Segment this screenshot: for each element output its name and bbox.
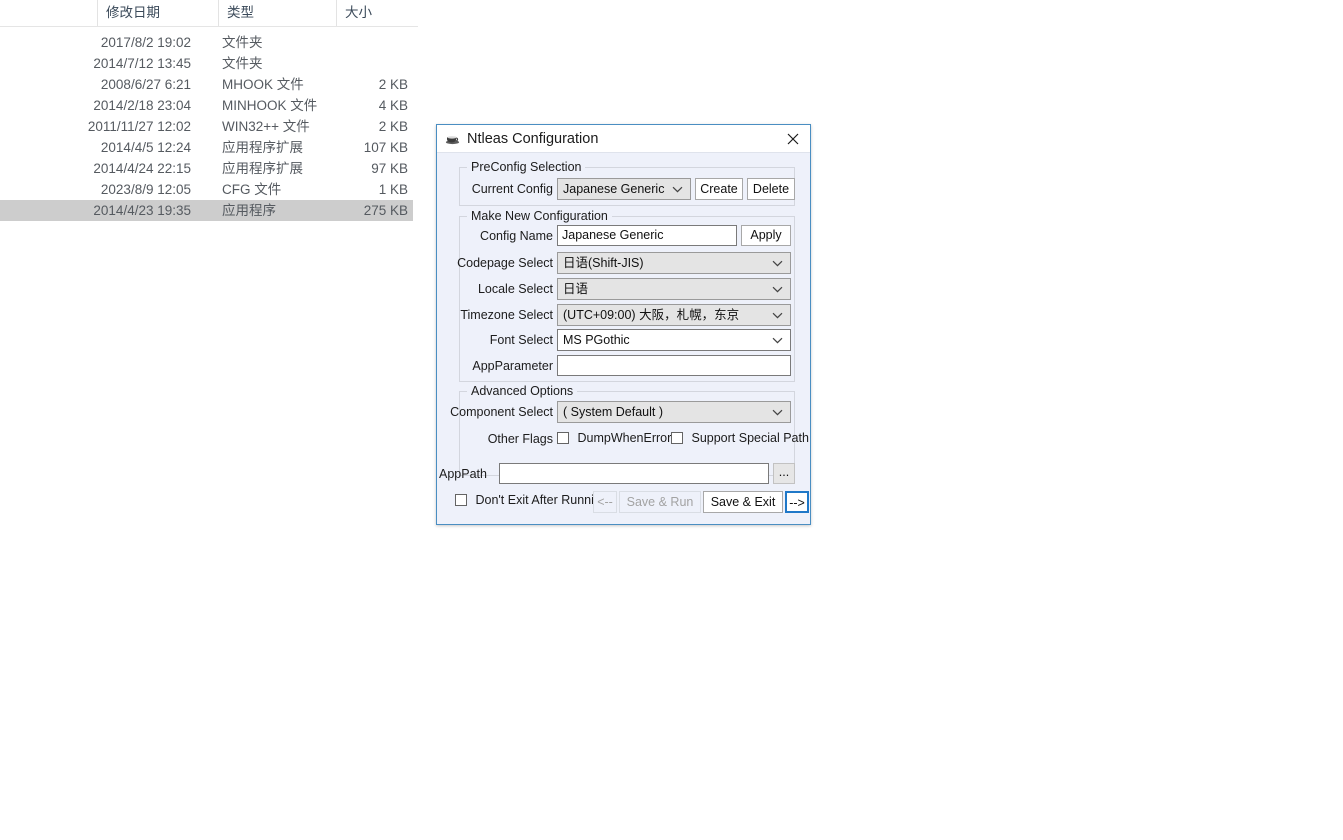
dont-exit-after-running-checkbox[interactable]: Don't Exit After Running — [455, 493, 608, 510]
coffee-cup-icon — [445, 131, 461, 147]
timezone-select-label: Timezone Select — [460, 308, 553, 322]
codepage-select-value: 日语(Shift-JIS) — [563, 256, 644, 270]
timezone-select-value: (UTC+09:00) 大阪，札幌，东京 — [563, 308, 740, 322]
file-list-header: 修改日期 类型 大小 — [0, 0, 418, 27]
apppath-input[interactable] — [499, 463, 769, 484]
chevron-down-icon — [772, 279, 783, 299]
other-flags-label: Other Flags — [487, 432, 553, 446]
create-button[interactable]: Create — [695, 178, 743, 200]
cell-date: 2023/8/9 12:05 — [100, 182, 191, 197]
next-button[interactable]: --> — [785, 491, 809, 513]
cell-date: 2014/2/18 23:04 — [93, 98, 191, 113]
close-icon[interactable] — [776, 125, 810, 152]
table-row[interactable]: 2011/11/27 12:02 WIN32++ 文件 2 KB — [0, 116, 413, 137]
file-list-pane: 修改日期 类型 大小 2017/8/2 19:02 文件夹 2014/7/12 13… — [0, 0, 418, 232]
table-row[interactable]: 2014/2/18 23:04 MINHOOK 文件 4 KB — [0, 95, 413, 116]
table-row[interactable]: 2014/4/5 12:24 应用程序扩展 107 KB — [0, 137, 413, 158]
chevron-down-icon — [772, 330, 783, 350]
component-select-combo[interactable]: ( System Default ) — [557, 401, 791, 423]
current-config-value: Japanese Generic — [563, 182, 665, 196]
font-select-label: Font Select — [489, 333, 553, 347]
font-select-value: MS PGothic — [563, 333, 630, 347]
cell-size: 97 KB — [371, 161, 408, 176]
dump-when-error-checkbox[interactable]: DumpWhenError — [557, 431, 671, 448]
support-special-path-checkbox[interactable]: Support Special Path — [671, 431, 809, 448]
table-row[interactable]: 2014/7/12 13:45 文件夹 — [0, 53, 413, 74]
apppath-label: AppPath — [439, 467, 487, 481]
cell-date: 2014/4/23 19:35 — [93, 203, 191, 218]
save-and-run-button[interactable]: Save & Run — [619, 491, 701, 513]
cell-date: 2008/6/27 6:21 — [100, 77, 191, 92]
component-select-value: ( System Default ) — [563, 405, 664, 419]
cell-size: 275 KB — [363, 203, 408, 218]
font-select-combo[interactable]: MS PGothic — [557, 329, 791, 351]
dialog-title-bar: Ntleas Configuration — [437, 125, 810, 153]
codepage-select-combo[interactable]: 日语(Shift-JIS) — [557, 252, 791, 274]
column-header-type[interactable]: 类型 — [218, 0, 336, 26]
dialog-title: Ntleas Configuration — [467, 131, 599, 147]
cell-date: 2011/11/27 12:02 — [87, 119, 191, 134]
column-header-date[interactable]: 修改日期 — [97, 0, 218, 26]
cell-date: 2017/8/2 19:02 — [100, 35, 191, 50]
cell-size: 1 KB — [378, 182, 408, 197]
table-row[interactable]: 2023/8/9 12:05 CFG 文件 1 KB — [0, 179, 413, 200]
cell-size: 2 KB — [378, 119, 408, 134]
chevron-down-icon — [772, 402, 783, 422]
dump-when-error-label: DumpWhenError — [577, 431, 672, 445]
cell-size: 2 KB — [378, 77, 408, 92]
locale-select-value: 日语 — [563, 282, 589, 296]
cell-date: 2014/7/12 13:45 — [93, 56, 191, 71]
ntleas-configuration-dialog: Ntleas Configuration PreConfig Selection… — [436, 124, 811, 525]
cell-date: 2014/4/5 12:24 — [100, 140, 191, 155]
advanced-group-label: Advanced Options — [467, 384, 578, 398]
config-name-input[interactable]: Japanese Generic — [557, 225, 737, 246]
cell-size: 4 KB — [378, 98, 408, 113]
apply-button[interactable]: Apply — [741, 225, 791, 246]
table-row[interactable]: 2008/6/27 6:21 MHOOK 文件 2 KB — [0, 74, 413, 95]
cell-size — [300, 32, 408, 53]
current-config-label: Current Config — [471, 182, 553, 196]
current-config-combo[interactable]: Japanese Generic — [557, 178, 691, 200]
make-new-group-label: Make New Configuration — [467, 209, 612, 223]
table-row[interactable]: 2014/4/24 22:15 应用程序扩展 97 KB — [0, 158, 413, 179]
cell-size: 107 KB — [363, 140, 408, 155]
timezone-select-combo[interactable]: (UTC+09:00) 大阪，札幌，东京 — [557, 304, 791, 326]
chevron-down-icon — [772, 253, 783, 273]
preconfig-group-label: PreConfig Selection — [467, 160, 586, 174]
appparameter-label: AppParameter — [472, 359, 553, 373]
dont-exit-after-running-label: Don't Exit After Running — [475, 493, 608, 507]
chevron-down-icon — [672, 179, 683, 199]
support-special-path-label: Support Special Path — [691, 431, 809, 445]
codepage-select-label: Codepage Select — [457, 256, 553, 270]
appparameter-input[interactable] — [557, 355, 791, 376]
checkbox-icon — [557, 432, 569, 444]
checkbox-icon — [671, 432, 683, 444]
apppath-browse-button[interactable]: ... — [773, 463, 795, 484]
locale-select-label: Locale Select — [477, 282, 553, 296]
locale-select-combo[interactable]: 日语 — [557, 278, 791, 300]
cell-size — [300, 53, 408, 74]
component-select-label: Component Select — [450, 405, 553, 419]
table-row[interactable]: 2014/4/23 19:35 应用程序 275 KB — [0, 200, 413, 221]
save-and-exit-button[interactable]: Save & Exit — [703, 491, 783, 513]
delete-button[interactable]: Delete — [747, 178, 795, 200]
config-name-label: Config Name — [480, 229, 553, 243]
table-row[interactable]: 2017/8/2 19:02 文件夹 — [0, 32, 413, 53]
column-header-size[interactable]: 大小 — [336, 0, 418, 26]
checkbox-icon — [455, 494, 467, 506]
cell-date: 2014/4/24 22:15 — [93, 161, 191, 176]
chevron-down-icon — [772, 305, 783, 325]
prev-button[interactable]: <-- — [593, 491, 617, 513]
